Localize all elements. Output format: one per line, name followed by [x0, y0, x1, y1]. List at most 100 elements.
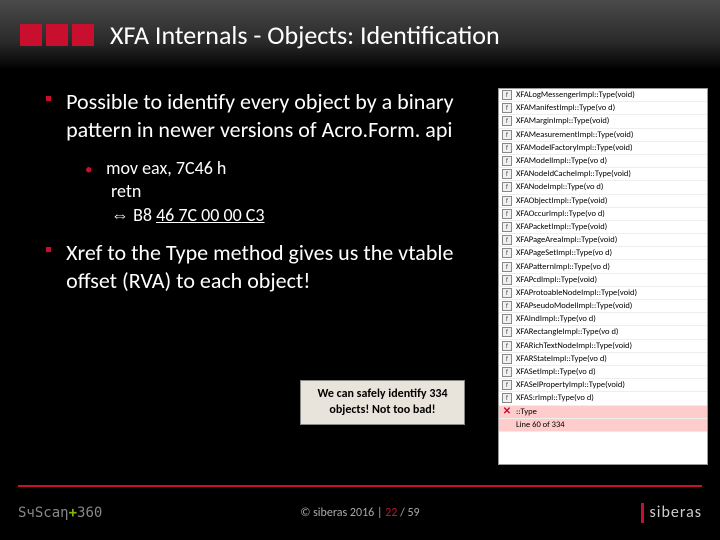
function-row: fXFARichTextNodeImpl::Type(void)	[499, 340, 707, 353]
search-row: ✕::Type	[499, 406, 707, 419]
function-row: f XFASelPropertyImpl::Type(void)	[499, 379, 707, 392]
function-name: XFAObjectImpl::Type(void)	[516, 196, 607, 206]
function-icon: f	[502, 262, 512, 272]
function-row: f XFAMeasurementImpl::Type(void)	[499, 129, 707, 142]
bullet-2: ▪ Xref to the Type method gives us the v…	[45, 239, 490, 294]
function-icon: f	[502, 182, 512, 192]
callout-box: We can safely identify 334 objects! Not …	[300, 380, 465, 425]
function-row: f XFAPcdImpl::Type(void)	[499, 274, 707, 287]
function-name: XFAProtoableNodeImpl::Type(void)	[516, 288, 637, 298]
function-icon: f	[502, 380, 512, 390]
close-icon[interactable]: ✕	[502, 407, 512, 417]
sub-bullet: • mov eax, 7C46 h retn ⇔ B8 46 7C 00 00 …	[85, 157, 490, 227]
function-name: XFASelPropertyImpl::Type(void)	[516, 380, 625, 390]
function-row: f XFARectangleImpl::Type(vo d)	[499, 326, 707, 339]
function-row: f XFAIndImpl::Type(vo d)	[499, 313, 707, 326]
function-row: f XFANodeImpl::Type(vo d)	[499, 181, 707, 194]
function-icon: f	[502, 367, 512, 377]
bullet-1: ▪ Possible to identify every object by a…	[45, 88, 490, 143]
logo-bar	[641, 503, 644, 523]
function-icon: f	[502, 327, 512, 337]
function-row: f XFALogMessengerImpl::Type(void)	[499, 89, 707, 102]
bullet-text: Possible to identify every object by a b…	[66, 88, 490, 143]
function-row: f XFAPageAreaImpl::Type(void)	[499, 234, 707, 247]
slide-footer: SчScaη+360 © siberas 2016 | 22 / 59 sibe…	[0, 485, 720, 540]
function-row: f XFAMarginImpl::Type(void)	[499, 115, 707, 128]
function-name: XFAS:rImpl::Type(vo d)	[516, 393, 594, 403]
function-icon: f	[502, 103, 512, 113]
function-icon: f	[502, 235, 512, 245]
function-name: XFAMeasurementImpl::Type(void)	[516, 130, 633, 140]
function-row: f XFAModelFactoryImpl::Type(void)	[499, 142, 707, 155]
function-row: f XFANodeIdCacheImpl::Type(void)	[499, 168, 707, 181]
search-text: ::Type	[516, 407, 537, 417]
function-row: f XFASetImpl::Type(vo d)	[499, 366, 707, 379]
sub-text-3: ⇔ B8 46 7C 00 00 C3	[111, 204, 265, 226]
function-row: f XFAS:rImpl::Type(vo d)	[499, 392, 707, 405]
function-name: XFAMarginImpl::Type(void)	[516, 116, 609, 126]
function-icon: f	[502, 209, 512, 219]
bullet-marker: ▪	[45, 239, 52, 294]
function-icon: f	[502, 143, 512, 153]
footer-center: © siberas 2016 | 22 / 59	[300, 506, 419, 520]
function-icon: f	[502, 288, 512, 298]
function-icon: f	[502, 275, 512, 285]
bullet-text: Xref to the Type method gives us the vta…	[66, 239, 490, 294]
function-name: XFARStateImpl::Type(vo d)	[516, 354, 607, 364]
function-name: XFAModelFactoryImpl::Type(void)	[516, 143, 633, 153]
function-row: f XFAOccurImpl::Type(vo d)	[499, 208, 707, 221]
function-icon: f	[502, 156, 512, 166]
function-row: f XFAObjectImpl::Type(void)	[499, 195, 707, 208]
function-name: XFAPageAreaImpl::Type(void)	[516, 235, 617, 245]
decor-square	[72, 24, 94, 46]
decor-square	[20, 24, 42, 46]
function-name: XFARectangleImpl::Type(vo d)	[516, 327, 619, 337]
status-row: Line 60 of 334	[499, 419, 707, 432]
function-row: f XFAPacketImpl::Type(void)	[499, 221, 707, 234]
function-icon: f	[502, 301, 512, 311]
sub-text-2: retn	[111, 180, 141, 202]
function-name: XFANodeImpl::Type(vo d)	[516, 182, 603, 192]
function-name: XFAModelImpl::Type(vo d)	[516, 156, 607, 166]
function-row: f XFAProtoableNodeImpl::Type(void)	[499, 287, 707, 300]
sub-marker: •	[85, 161, 92, 179]
function-icon: f	[502, 130, 512, 140]
function-name: XFAOccurImpl::Type(vo d)	[516, 209, 605, 219]
function-icon: f	[502, 341, 512, 351]
function-name: XFALogMessengerImpl::Type(void)	[516, 90, 635, 100]
footer-logo-right: siberas	[641, 503, 702, 523]
function-row: f XFARStateImpl::Type(vo d)	[499, 353, 707, 366]
function-name: XFAPageSetImpl::Type(vo d)	[516, 248, 612, 258]
function-row: f XFAPseudoModelImpl::Type(void)	[499, 300, 707, 313]
function-icon: f	[502, 222, 512, 232]
function-name: XFAManifestImpl::Type(vo d)	[516, 103, 615, 113]
function-name: XFAPacketImpl::Type(void)	[516, 222, 607, 232]
function-name: XFANodeIdCacheImpl::Type(void)	[516, 169, 631, 179]
function-icon: f	[502, 196, 512, 206]
slide-header: XFA Internals - Objects: Identification	[0, 0, 720, 70]
function-icon: f	[502, 116, 512, 126]
function-row: f XFAPageSetImpl::Type(vo d)	[499, 247, 707, 260]
slide-title: XFA Internals - Objects: Identification	[110, 19, 500, 51]
function-name: XFAIndImpl::Type(vo d)	[516, 314, 596, 324]
function-row: f XFAPatternImpl::Type(vo d)	[499, 260, 707, 273]
function-name: XFAPseudoModelImpl::Type(void)	[516, 301, 632, 311]
sub-text-1: mov eax, 7C46 h	[106, 157, 226, 179]
function-row: f XFAModelImpl::Type(vo d)	[499, 155, 707, 168]
function-icon: f	[502, 393, 512, 403]
function-icon: f	[502, 354, 512, 364]
function-name: XFASetImpl::Type(vo d)	[516, 367, 596, 377]
footer-divider	[18, 485, 702, 487]
function-list-panel: f XFALogMessengerImpl::Type(void)f XFAMani…	[498, 88, 708, 465]
footer-logo-left: SчScaη+360	[18, 505, 102, 521]
function-icon: f	[502, 169, 512, 179]
line-status: Line 60 of 334	[516, 420, 565, 430]
function-icon: f	[502, 314, 512, 324]
function-icon: f	[502, 248, 512, 258]
bullet-marker: ▪	[45, 88, 52, 143]
page-number: 22	[385, 506, 397, 520]
function-name: XFAPcdImpl::Type(void)	[516, 275, 597, 285]
function-name: XFAPatternImpl::Type(vo d)	[516, 262, 610, 272]
decor-square	[46, 24, 68, 46]
function-icon: f	[502, 90, 512, 100]
